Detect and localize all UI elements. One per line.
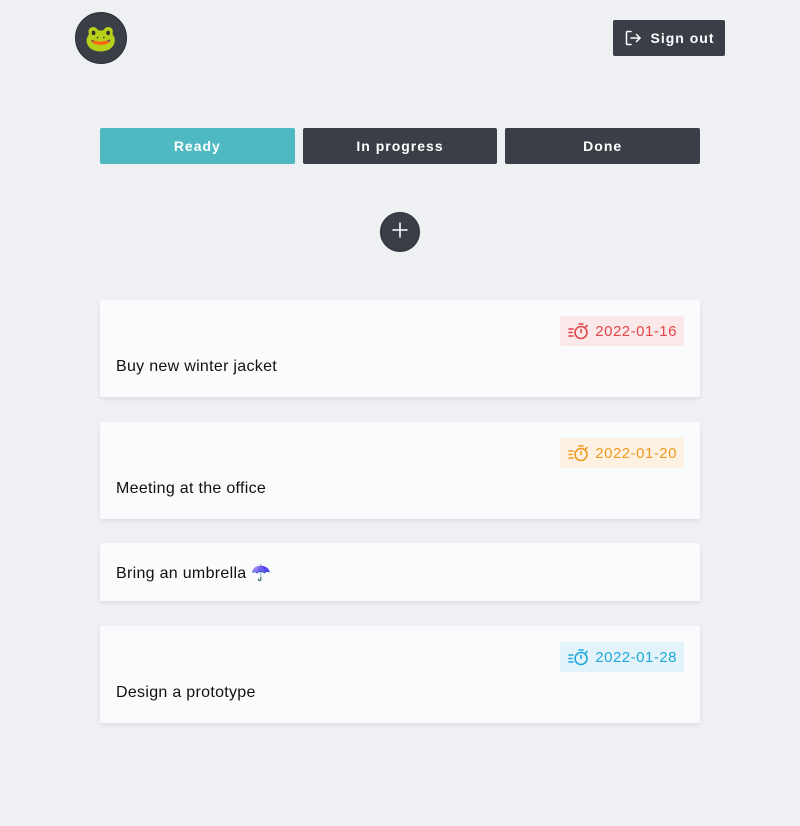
avatar[interactable]: 🐸 bbox=[75, 12, 127, 64]
tab-ready[interactable]: Ready bbox=[100, 128, 295, 164]
due-date-badge: 2022-01-20 bbox=[560, 438, 684, 468]
task-title: Buy new winter jacket bbox=[116, 358, 278, 375]
stopwatch-icon bbox=[568, 322, 590, 340]
tab-done[interactable]: Done bbox=[505, 128, 701, 164]
task-card[interactable]: Bring an umbrella ☂️ bbox=[100, 543, 700, 601]
task-card[interactable]: 2022-01-28 Design a prototype bbox=[100, 626, 700, 723]
stopwatch-icon bbox=[568, 444, 590, 462]
sign-out-icon bbox=[624, 29, 642, 47]
sign-out-label: Sign out bbox=[650, 30, 715, 46]
status-tabs: Ready In progress Done bbox=[100, 128, 701, 164]
add-task-button[interactable] bbox=[380, 212, 420, 252]
task-card[interactable]: 2022-01-20 Meeting at the office bbox=[100, 422, 700, 519]
frog-icon: 🐸 bbox=[84, 23, 118, 53]
task-card[interactable]: 2022-01-16 Buy new winter jacket bbox=[100, 300, 700, 397]
due-date-badge: 2022-01-16 bbox=[560, 316, 684, 346]
tab-in-progress[interactable]: In progress bbox=[302, 128, 498, 164]
due-date: 2022-01-20 bbox=[595, 444, 677, 462]
due-date: 2022-01-28 bbox=[595, 648, 677, 666]
task-title: Meeting at the office bbox=[116, 480, 267, 497]
task-title: Bring an umbrella ☂️ bbox=[116, 565, 272, 582]
sign-out-button[interactable]: Sign out bbox=[613, 20, 725, 56]
due-date: 2022-01-16 bbox=[595, 322, 677, 340]
task-title: Design a prototype bbox=[116, 684, 256, 701]
stopwatch-icon bbox=[568, 648, 590, 666]
due-date-badge: 2022-01-28 bbox=[560, 642, 684, 672]
plus-icon bbox=[391, 221, 409, 244]
